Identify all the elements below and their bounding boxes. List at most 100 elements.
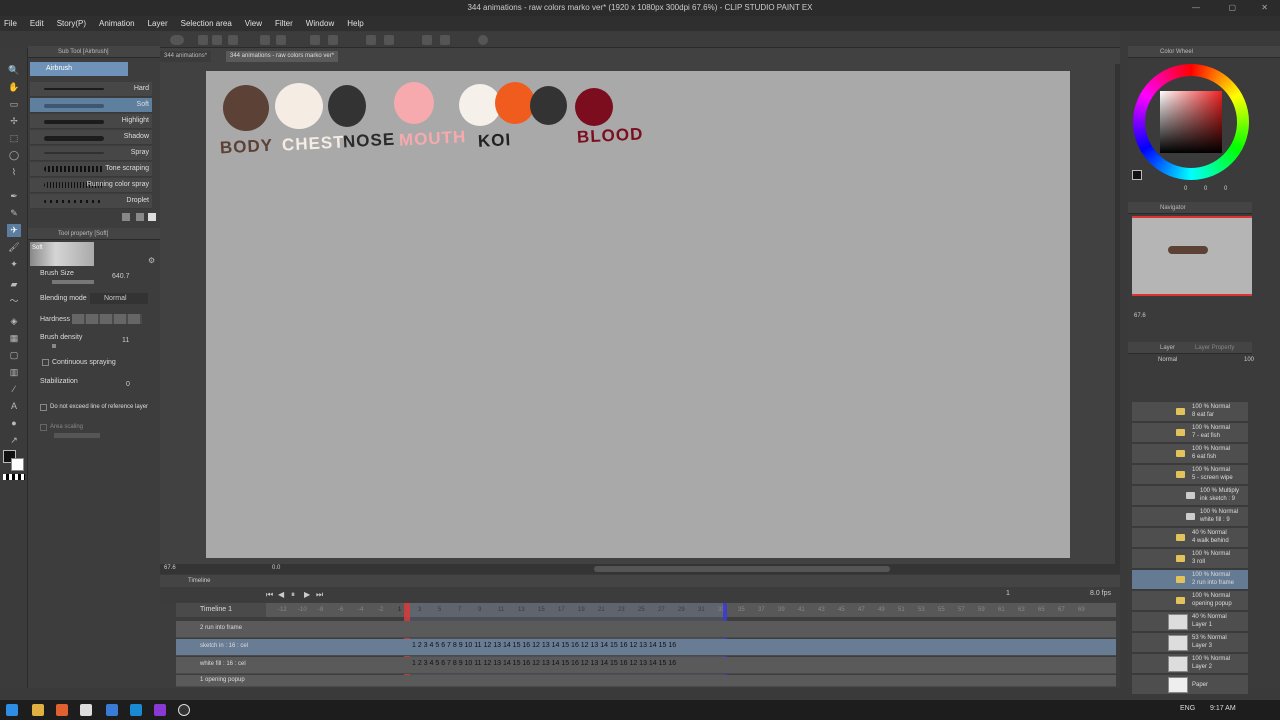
maximize-icon[interactable]: ▢ [1228, 0, 1236, 16]
ruler-icon[interactable] [328, 35, 338, 45]
menu-selection-area[interactable]: Selection area [181, 19, 232, 28]
clock[interactable]: 9:17 AM [1210, 705, 1236, 712]
gradient-icon[interactable]: ▦ [7, 332, 21, 345]
fill-icon[interactable] [384, 35, 394, 45]
close-icon[interactable]: ✕ [1261, 0, 1268, 16]
zoom-icon[interactable]: 🔍 [7, 64, 21, 77]
blending-mode-select[interactable]: Normal [90, 293, 148, 304]
add-subtool-icon[interactable] [136, 213, 144, 221]
navigator-preview[interactable] [1132, 216, 1252, 296]
undo-icon[interactable] [260, 35, 270, 45]
current-color-swatch[interactable] [1132, 170, 1142, 180]
eraser-icon[interactable]: ▰ [7, 278, 21, 291]
minimize-icon[interactable]: — [1192, 0, 1200, 16]
angle-value[interactable]: 0.0 [272, 565, 280, 571]
brush-item-soft[interactable]: Soft [30, 98, 152, 113]
layer-row[interactable]: 100 % Normal 7 - eat fish [1132, 423, 1248, 443]
app-icon[interactable] [130, 704, 142, 716]
windows-start-icon[interactable] [6, 704, 18, 716]
layer-row[interactable]: 100 % Normal Layer 2 [1132, 654, 1248, 674]
brush-density-value[interactable]: 11 [122, 337, 129, 344]
track-row[interactable]: white fill : 16 : cel 1 2 3 4 5 6 7 8 9 1… [176, 657, 1116, 674]
layer-row[interactable]: 100 % Normal 5 - screen wipe [1132, 465, 1248, 485]
layer-row[interactable]: 100 % Normal 3 roll [1132, 549, 1248, 569]
app-icon[interactable] [178, 704, 190, 716]
navigator-zoom[interactable]: 67.6 [1134, 313, 1146, 319]
hand-icon[interactable]: ✋ [7, 81, 21, 94]
track-row[interactable]: 1 opening popup [176, 675, 1116, 687]
prev-frame-icon[interactable]: ◀ [278, 590, 284, 599]
transform-icon[interactable] [310, 35, 320, 45]
brush-item-tone-scraping[interactable]: Tone scraping [30, 162, 152, 177]
menu-story[interactable]: Story(P) [57, 19, 86, 28]
vertical-scrollbar[interactable] [1115, 64, 1120, 564]
firefox-icon[interactable] [56, 704, 68, 716]
layer-row[interactable]: 100 % Normal opening popup [1132, 591, 1248, 611]
menu-edit[interactable]: Edit [30, 19, 44, 28]
first-frame-icon[interactable]: ⏮ [266, 590, 273, 600]
saturation-value-square[interactable] [1160, 91, 1222, 153]
zoom-value[interactable]: 67.6 [164, 565, 176, 571]
fps-value[interactable]: 8.0 fps [1090, 590, 1111, 597]
layer-row[interactable]: 53 % Normal Layer 3 [1132, 633, 1248, 653]
brush-item-droplet[interactable]: Droplet [30, 194, 152, 209]
area-scaling-checkbox[interactable] [40, 424, 47, 431]
blend-icon[interactable]: 〜 [7, 295, 21, 308]
brush-item-highlight[interactable]: Highlight [30, 114, 152, 129]
brush-density-slider[interactable] [52, 344, 56, 348]
timeline-name[interactable]: Timeline 1 [176, 603, 266, 617]
clip-studio-icon[interactable] [170, 35, 184, 45]
layer-row[interactable]: 40 % Normal 4 walk behind [1132, 528, 1248, 548]
lock-icon[interactable] [122, 213, 130, 221]
clear-icon[interactable] [366, 35, 376, 45]
brush-item-running-color-spray[interactable]: Running color spray [30, 178, 152, 193]
clip-studio-taskbar-icon[interactable] [80, 704, 92, 716]
file-explorer-icon[interactable] [32, 704, 44, 716]
brush-size-slider[interactable] [52, 280, 94, 284]
layer-row[interactable]: 100 % Normal white fill : 9 [1132, 507, 1248, 527]
track-row[interactable]: sketch in : 16 : cel 1 2 3 4 5 6 7 8 9 10… [176, 639, 1116, 656]
last-frame-icon[interactable]: ⏭ [316, 590, 323, 600]
airbrush-icon[interactable]: ✈ [7, 224, 21, 237]
layer-row[interactable]: 100 % Normal 2 run into frame [1132, 570, 1248, 590]
decoration-icon[interactable]: ✦ [7, 258, 21, 271]
sub-tool-group-tab[interactable]: Airbrush [30, 62, 128, 76]
open-icon[interactable] [212, 35, 222, 45]
layer-row[interactable]: Paper [1132, 675, 1248, 695]
menu-animation[interactable]: Animation [99, 19, 135, 28]
eyedropper-icon[interactable]: ⌇ [7, 166, 21, 179]
layer-row[interactable]: 100 % Normal 8 eat far [1132, 402, 1248, 422]
next-frame-icon[interactable]: ▶ [304, 590, 310, 599]
move-icon[interactable]: ✢ [7, 115, 21, 128]
settings-icon[interactable]: ⚙ [148, 256, 155, 265]
deselect-icon[interactable] [422, 35, 432, 45]
menu-view[interactable]: View [245, 19, 262, 28]
doc-tab-2[interactable]: 344 animations - raw colors marko ver* [226, 51, 339, 62]
brush-size-value[interactable]: 640.7 [112, 273, 130, 280]
canvas[interactable]: BODY CHEST NOSE MOUTH KOI BLOOD [206, 71, 1070, 558]
balloon-icon[interactable]: ● [7, 417, 21, 430]
new-icon[interactable] [198, 35, 208, 45]
pencil-icon[interactable]: ✎ [7, 207, 21, 220]
language-indicator[interactable]: ENG [1180, 705, 1195, 712]
track-row[interactable]: 2 run into frame [176, 621, 1116, 638]
text-icon[interactable]: A [7, 400, 21, 413]
continuous-checkbox[interactable] [42, 359, 49, 366]
save-icon[interactable] [228, 35, 238, 45]
layer-opacity[interactable]: 100 [1244, 357, 1254, 363]
invert-icon[interactable] [440, 35, 450, 45]
menu-window[interactable]: Window [306, 19, 334, 28]
fill-tool-icon[interactable]: ◈ [7, 315, 21, 328]
doc-tab-1[interactable]: 344 animations* [160, 51, 212, 62]
brush-icon[interactable]: 🖌 [7, 241, 21, 254]
redo-icon[interactable] [276, 35, 286, 45]
pause-icon[interactable]: ⏸ [291, 590, 295, 600]
app-icon[interactable] [106, 704, 118, 716]
brush-item-spray[interactable]: Spray [30, 146, 152, 161]
operation-icon[interactable]: ▭ [7, 98, 21, 111]
horizontal-scrollbar[interactable] [594, 566, 890, 572]
transparent-color-swatch[interactable] [3, 474, 25, 480]
hue-ring[interactable] [1133, 64, 1249, 180]
layer-row[interactable]: 100 % Normal 6 eat fish [1132, 444, 1248, 464]
selection-icon[interactable]: ⬚ [7, 132, 21, 145]
